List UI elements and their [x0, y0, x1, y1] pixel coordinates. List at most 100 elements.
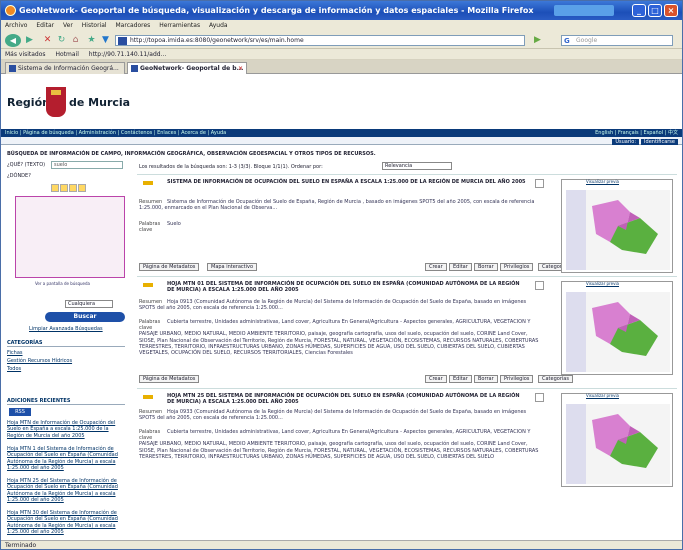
interactive-map-button[interactable]: Mapa interactivo	[207, 263, 258, 271]
coat-of-arms-icon	[46, 87, 66, 117]
result-thumbnail[interactable]: Visualizar previa	[561, 281, 673, 375]
bookmark-hotmail[interactable]: Hotmail	[55, 51, 78, 58]
result-thumbnail[interactable]: Visualizar previa	[561, 393, 673, 487]
category-item[interactable]: Fichas	[7, 350, 23, 356]
metadata-page-button[interactable]: Página de Metadatos	[139, 375, 200, 383]
bookmarks-toolbar: Más visitados Hotmail http://90.71.140.1…	[1, 49, 682, 60]
menu-marcadores[interactable]: Marcadores	[116, 22, 151, 29]
preview-link[interactable]: Visualizar previa	[586, 179, 619, 184]
where-label: ¿DÓNDE?	[7, 173, 31, 179]
site-nav-links[interactable]: Inicio | Página de búsqueda | Administra…	[5, 130, 226, 136]
zoom-out-icon[interactable]	[60, 184, 68, 192]
close-button[interactable]: ×	[664, 4, 678, 17]
region-text: Región	[7, 96, 50, 109]
stop-icon[interactable]: ✕	[41, 34, 54, 47]
tab-sig[interactable]: Sistema de Información Geográ...	[5, 62, 125, 74]
search-placeholder: Google	[576, 37, 598, 44]
select-checkbox[interactable]	[535, 393, 544, 402]
result-summary: Resumen Hoja 0913 (Comunidad Autónoma de …	[139, 299, 527, 312]
login-button[interactable]: Identificarse	[641, 139, 678, 145]
order-select[interactable]: Relevancia	[382, 162, 452, 170]
bookmark-ip[interactable]: http://90.71.140.11/add...	[89, 51, 167, 58]
minimize-button[interactable]: _	[632, 4, 646, 17]
tab-geonetwork[interactable]: GeoNetwork- Geoportal de b... ×	[127, 62, 247, 74]
map-thumbnail-image	[566, 292, 670, 372]
back-icon[interactable]: ◀	[5, 34, 21, 47]
metadata-page-button[interactable]: Página de Metadatos	[139, 263, 200, 271]
page-heading: BÚSQUEDA DE INFORMACIÓN DE CAMPO, INFORM…	[7, 151, 376, 157]
privileges-button[interactable]: Privilegios	[500, 263, 534, 271]
menu-historial[interactable]: Historial	[82, 22, 107, 29]
close-tab-icon[interactable]: ×	[238, 63, 243, 74]
map-link[interactable]: Ver a pantalla de búsqueda	[35, 281, 90, 286]
url-text: http://topoa.imida.es:8080/geonetwork/sr…	[130, 37, 304, 44]
menu-bar: Archivo Editar Ver Historial Marcadores …	[1, 20, 682, 31]
navigation-toolbar: ◀ ▶ ✕ ↻ ⌂ ★ ▼ http://topoa.imida.es:8080…	[1, 31, 682, 49]
region-select[interactable]: Cualquiera	[65, 300, 113, 308]
delete-button[interactable]: Borrar	[474, 375, 498, 383]
search-input[interactable]: G Google	[561, 35, 673, 46]
window-title: GeoNetwork- Geoportal de búsqueda, visua…	[19, 6, 534, 15]
create-button[interactable]: Crear	[425, 375, 447, 383]
search-button[interactable]: Buscar	[45, 312, 125, 322]
what-label: ¿QUÉ? (TEXTO)	[7, 162, 46, 168]
tab-strip: Sistema de Información Geográ... GeoNetw…	[1, 60, 682, 74]
maximize-button[interactable]: □	[648, 4, 662, 17]
murcia-text: de Murcia	[69, 96, 131, 109]
edit-button[interactable]: Editar	[449, 263, 472, 271]
firefox-icon	[5, 5, 16, 16]
user-label: Usuario:	[612, 139, 640, 145]
browser-window: GeoNetwork- Geoportal de búsqueda, visua…	[0, 0, 683, 550]
result-summary: Resumen Hoja 0933 (Comunidad Autónoma de …	[139, 409, 527, 422]
select-checkbox[interactable]	[535, 179, 544, 188]
result-thumbnail[interactable]: Visualizar previa	[561, 179, 673, 273]
result-title[interactable]: HOJA MTN 01 DEL SISTEMA DE INFORMACIÓN D…	[167, 281, 527, 293]
tab-label: Sistema de Información Geográ...	[18, 65, 119, 72]
categories-heading: CATEGORÍAS	[7, 340, 125, 347]
pan-icon[interactable]	[69, 184, 77, 192]
search-options-links[interactable]: Limpiar Avanzada Búsquedas	[29, 326, 103, 332]
page-content: Región de Murcia Inicio | Página de búsq…	[1, 74, 682, 540]
result-title[interactable]: HOJA MTN 25 DEL SISTEMA DE INFORMACIÓN D…	[167, 393, 527, 405]
bookmark-most-visited[interactable]: Más visitados	[5, 51, 46, 58]
tab-favicon	[131, 65, 138, 72]
categories-button[interactable]: Categorías	[538, 375, 573, 383]
menu-archivo[interactable]: Archivo	[5, 22, 27, 29]
map-tools	[51, 184, 87, 194]
recent-item[interactable]: Hoja MTN 25 del Sistema de Información d…	[7, 478, 125, 504]
forward-icon[interactable]: ▶	[23, 34, 36, 47]
select-checkbox[interactable]	[535, 281, 544, 290]
go-icon[interactable]: ▶	[531, 34, 544, 47]
result-title[interactable]: SISTEMA DE INFORMACIÓN DE OCUPACIÓN DEL …	[167, 179, 527, 185]
status-text: Terminado	[5, 542, 37, 549]
delete-button[interactable]: Borrar	[474, 263, 498, 271]
google-icon: G	[564, 37, 570, 45]
url-bar[interactable]: http://topoa.imida.es:8080/geonetwork/sr…	[115, 35, 525, 46]
download-icon[interactable]: ▼	[99, 34, 112, 47]
zoom-in-icon[interactable]	[51, 184, 59, 192]
metadata-icon	[143, 395, 153, 399]
full-extent-icon[interactable]	[78, 184, 86, 192]
language-links[interactable]: English | Français | Español | 中文	[595, 129, 678, 137]
rss-button[interactable]: RSS	[9, 408, 31, 416]
create-button[interactable]: Crear	[425, 263, 447, 271]
edit-button[interactable]: Editar	[449, 375, 472, 383]
menu-editar[interactable]: Editar	[36, 22, 54, 29]
reload-icon[interactable]: ↻	[55, 34, 68, 47]
privileges-button[interactable]: Privilegios	[500, 375, 534, 383]
recent-item[interactable]: Hoja MTN 30 del Sistema de Información d…	[7, 510, 125, 536]
bookmark-star-icon[interactable]: ★	[85, 34, 98, 47]
recent-item[interactable]: Hoja MTN 1 del Sistema de Información de…	[7, 446, 125, 472]
menu-ver[interactable]: Ver	[63, 22, 73, 29]
recent-item[interactable]: Hoja MTN de Información de Ocupación del…	[7, 420, 125, 439]
category-item[interactable]: Todos	[7, 366, 21, 372]
preview-link[interactable]: Visualizar previa	[586, 393, 619, 398]
home-icon[interactable]: ⌂	[69, 34, 82, 47]
what-input[interactable]: suelo	[51, 161, 123, 169]
menu-ayuda[interactable]: Ayuda	[209, 22, 228, 29]
recent-heading: ADICIONES RECIENTES	[7, 398, 125, 405]
menu-herramientas[interactable]: Herramientas	[159, 22, 200, 29]
category-item[interactable]: Gestión Recursos Hídricos	[7, 358, 72, 364]
region-map[interactable]	[15, 196, 125, 278]
preview-link[interactable]: Visualizar previa	[586, 281, 619, 286]
